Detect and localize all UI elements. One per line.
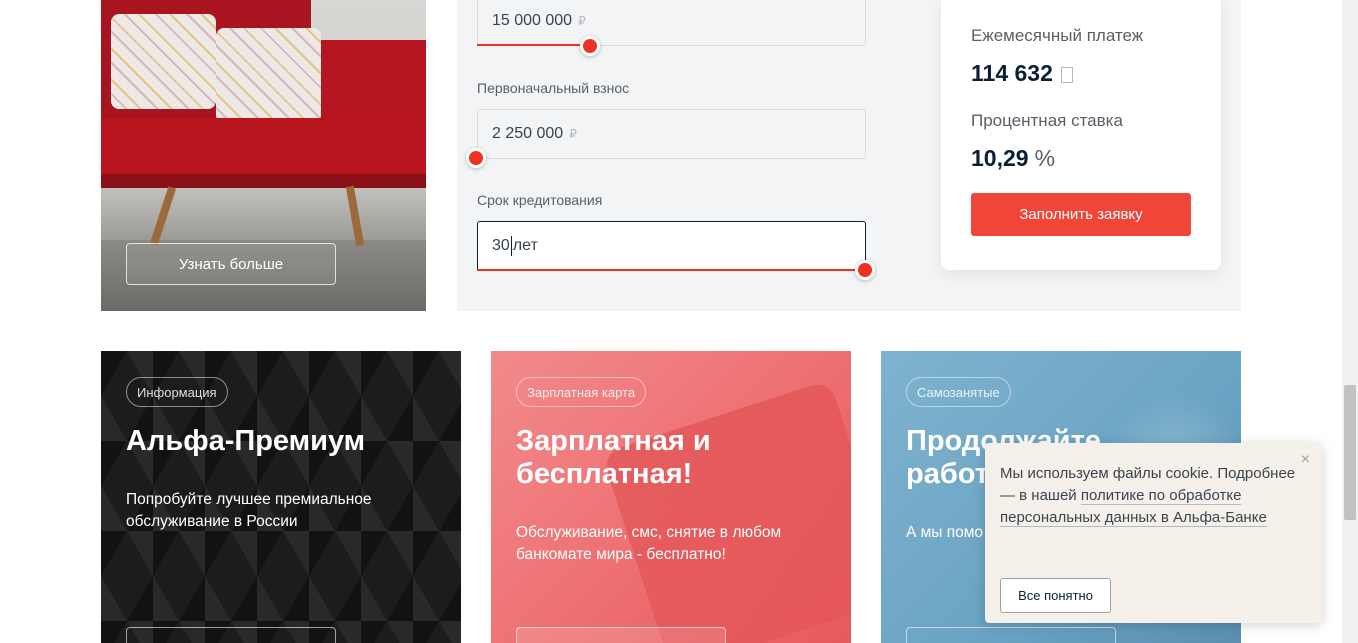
down-payment-slider-handle[interactable] bbox=[466, 148, 486, 168]
page: Узнать больше 15 000 000 ₽ Первоначальны… bbox=[0, 0, 1358, 643]
sofa-leg-decor bbox=[149, 186, 177, 246]
monthly-payment-value: 114 632 bbox=[971, 60, 1073, 87]
loan-amount-slider-track bbox=[477, 44, 590, 46]
loan-amount-value: 15 000 000 bbox=[492, 12, 573, 29]
pillow-decor bbox=[216, 28, 321, 123]
down-payment-value: 2 250 000 bbox=[492, 125, 564, 142]
card-button[interactable] bbox=[126, 627, 336, 643]
loan-amount-field[interactable]: 15 000 000 ₽ bbox=[477, 0, 866, 46]
cookie-notice: × Мы используем файлы cookie. Подробнее … bbox=[985, 443, 1322, 623]
cookie-text: Мы используем файлы cookie. Подробнее — … bbox=[1000, 463, 1300, 529]
product-card-premium[interactable]: Информация Альфа-Премиум Попробуйте лучш… bbox=[101, 351, 461, 643]
card-description: Попробуйте лучшее премиальное обслуживан… bbox=[126, 491, 372, 530]
card-title: Зарплатная и бесплатная! bbox=[516, 425, 711, 490]
scrollbar-thumb[interactable] bbox=[1344, 385, 1356, 520]
interest-rate-label: Процентная ставка bbox=[971, 111, 1123, 130]
sofa-leg-decor bbox=[345, 185, 365, 247]
accept-cookies-button[interactable]: Все понятно bbox=[1000, 578, 1111, 613]
card-tag: Информация bbox=[126, 377, 228, 407]
loan-term-slider-track bbox=[477, 269, 866, 271]
pillow-decor bbox=[111, 14, 216, 109]
percent-sign: % bbox=[1034, 145, 1056, 171]
monthly-payment-label: Ежемесячный платеж bbox=[971, 26, 1144, 45]
card-tag: Самозанятые bbox=[906, 377, 1011, 407]
interest-rate-amount: 10,29 bbox=[971, 145, 1029, 171]
down-payment-label: Первоначальный взнос bbox=[477, 80, 630, 96]
loan-term-unit: лет bbox=[512, 237, 538, 254]
card-button[interactable] bbox=[516, 627, 726, 643]
rouble-icon: ₽ bbox=[569, 127, 577, 141]
loan-amount-slider-handle[interactable] bbox=[580, 36, 600, 56]
sofa-seat-decor bbox=[101, 118, 426, 180]
scrollbar[interactable] bbox=[1342, 0, 1358, 643]
card-description: Обслуживание, смс, снятие в любом банком… bbox=[516, 524, 782, 563]
rouble-icon: ₽ bbox=[578, 14, 586, 28]
card-tag: Зарплатная карта bbox=[516, 377, 647, 407]
close-icon[interactable]: × bbox=[1301, 449, 1310, 471]
product-card-salary[interactable]: Зарплатная карта Зарплатная и бесплатная… bbox=[491, 351, 851, 643]
learn-more-button[interactable]: Узнать больше bbox=[126, 243, 336, 285]
loan-term-slider-handle[interactable] bbox=[855, 260, 875, 280]
down-payment-field[interactable]: 2 250 000 ₽ bbox=[477, 109, 866, 159]
loan-term-value: 30 bbox=[492, 237, 510, 254]
loan-term-field[interactable]: 30 лет bbox=[477, 221, 866, 271]
interest-rate-value: 10,29% bbox=[971, 145, 1055, 172]
rouble-icon bbox=[1060, 66, 1073, 83]
loan-term-label: Срок кредитования bbox=[477, 192, 603, 208]
sofa-base-decor bbox=[101, 174, 426, 188]
summary-card: Ежемесячный платеж 114 632 Процентная ст… bbox=[941, 0, 1221, 270]
apply-button[interactable]: Заполнить заявку bbox=[971, 193, 1191, 236]
card-title: Альфа-Премиум bbox=[126, 425, 366, 457]
text-caret bbox=[510, 236, 512, 256]
monthly-payment-amount: 114 632 bbox=[971, 60, 1053, 86]
card-button[interactable] bbox=[906, 627, 1116, 643]
